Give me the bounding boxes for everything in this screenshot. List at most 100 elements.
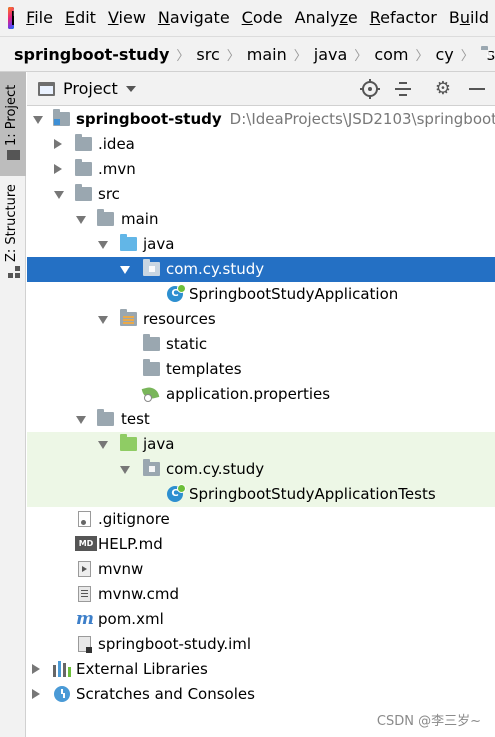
tree-row-resources[interactable]: resources: [27, 307, 495, 332]
tree-row-mvnw-cmd[interactable]: mvnw.cmd: [27, 582, 495, 607]
breadcrumb-separator-icon: 〉: [226, 48, 240, 64]
tree-row-app-class[interactable]: C SpringbootStudyApplication: [27, 282, 495, 307]
structure-icon: [8, 266, 20, 278]
tree-label: springboot-study.iml: [98, 635, 252, 653]
tree-row-mvn[interactable]: .mvn: [27, 157, 495, 182]
menu-label: ode: [252, 8, 283, 27]
tree-row-iml[interactable]: springboot-study.iml: [27, 632, 495, 657]
breadcrumb-com[interactable]: com: [374, 45, 408, 64]
minimize-icon[interactable]: [468, 80, 486, 98]
tool-tab-project[interactable]: 1: Project: [0, 72, 26, 176]
menu-code[interactable]: Code: [236, 0, 289, 36]
chevron-down-icon[interactable]: [98, 241, 108, 249]
menu-analyze[interactable]: Analyze: [289, 0, 364, 36]
tree-label: src: [98, 185, 120, 203]
menu-edit[interactable]: Edit: [59, 0, 102, 36]
menu-label: B: [448, 8, 460, 27]
chevron-down-icon[interactable]: [54, 191, 64, 199]
tree-label: .gitignore: [98, 510, 170, 528]
tree-row-test-class[interactable]: C SpringbootStudyApplicationTests: [27, 482, 495, 507]
folder-icon: [97, 209, 114, 226]
folder-icon: [143, 359, 160, 376]
menu-mnemonic: C: [241, 8, 253, 27]
tree-row-package-main[interactable]: com.cy.study: [27, 257, 495, 282]
tree-row-package-test[interactable]: com.cy.study: [27, 457, 495, 482]
menu-bar: File Edit View Navigate Code Analyze Ref…: [0, 0, 495, 36]
left-tool-strip: 1: Project Z: Structure: [0, 72, 26, 737]
scratches-icon: [54, 686, 70, 702]
tree-row-application-properties[interactable]: application.properties: [27, 382, 495, 407]
menu-mnemonic: N: [157, 8, 170, 27]
tree-row-mvnw[interactable]: mvnw: [27, 557, 495, 582]
gear-icon[interactable]: ⚙: [434, 80, 452, 98]
tree-row-gitignore[interactable]: .gitignore: [27, 507, 495, 532]
menu-label: e: [347, 8, 358, 27]
menu-view[interactable]: View: [102, 0, 152, 36]
chevron-right-icon[interactable]: [54, 164, 62, 174]
chevron-down-icon[interactable]: [125, 85, 136, 92]
breadcrumb-main[interactable]: main: [247, 45, 287, 64]
tree-label: .idea: [98, 135, 135, 153]
tree-row-static[interactable]: static: [27, 332, 495, 357]
project-panel-header: Project ⚙: [27, 72, 495, 106]
menu-mnemonic: E: [64, 8, 76, 27]
tree-label: .mvn: [98, 160, 136, 178]
chevron-down-icon[interactable]: [98, 441, 108, 449]
tree-row-idea[interactable]: .idea: [27, 132, 495, 157]
maven-file-icon: m: [76, 609, 94, 629]
spring-boot-class-icon: C: [167, 284, 186, 302]
chevron-down-icon[interactable]: [33, 116, 43, 124]
collapse-all-icon[interactable]: [394, 80, 412, 98]
project-view-icon: [38, 81, 55, 96]
folder-icon: [75, 134, 92, 151]
breadcrumb-project[interactable]: springboot-study: [14, 45, 169, 64]
menu-label: ild: [469, 8, 489, 27]
chevron-right-icon[interactable]: [32, 664, 40, 674]
breadcrumb-cy[interactable]: cy: [436, 45, 454, 64]
menu-label: dit: [75, 8, 96, 27]
breadcrumb-java[interactable]: java: [314, 45, 348, 64]
chevron-down-icon[interactable]: [76, 416, 86, 424]
project-path: D:\IdeaProjects\JSD2103\springboot-study: [229, 110, 495, 128]
menu-build[interactable]: Build: [443, 0, 495, 36]
folder-icon: [97, 409, 114, 426]
tree-row-test-java[interactable]: java: [27, 432, 495, 457]
menu-label: iew: [118, 8, 146, 27]
tree-row-help-md[interactable]: MD HELP.md: [27, 532, 495, 557]
source-folder-icon: [120, 234, 137, 251]
tree-row-src[interactable]: src: [27, 182, 495, 207]
panel-title[interactable]: Project: [63, 79, 118, 98]
package-icon: [143, 459, 160, 476]
menu-label: avigate: [169, 8, 230, 27]
menu-file[interactable]: File: [20, 0, 59, 36]
chevron-down-icon[interactable]: [76, 216, 86, 224]
intellij-logo-icon: [8, 7, 15, 29]
chevron-right-icon[interactable]: [54, 139, 62, 149]
menu-mnemonic: V: [107, 8, 119, 27]
breadcrumb-src[interactable]: src: [196, 45, 219, 64]
tree-row-templates[interactable]: templates: [27, 357, 495, 382]
tree-label: static: [166, 335, 208, 353]
tree-row-pom[interactable]: m pom.xml: [27, 607, 495, 632]
chevron-right-icon[interactable]: [32, 689, 40, 699]
tree-row-external-libraries[interactable]: External Libraries: [27, 657, 495, 682]
tree-row-main[interactable]: main: [27, 207, 495, 232]
tree-label: HELP.md: [98, 535, 163, 553]
tool-tab-structure[interactable]: Z: Structure: [0, 182, 26, 286]
spring-properties-icon: [143, 386, 156, 402]
tool-tab-structure-label: Z: Structure: [4, 184, 19, 262]
tree-label: springboot-study D:\IdeaProjects\JSD2103\…: [76, 110, 495, 128]
breadcrumb-separator-icon: 〉: [293, 48, 307, 64]
menu-navigate[interactable]: Navigate: [152, 0, 236, 36]
tree-row-scratches[interactable]: Scratches and Consoles: [27, 682, 495, 707]
locate-file-icon[interactable]: [360, 79, 380, 99]
tree-row-test[interactable]: test: [27, 407, 495, 432]
menu-refactor[interactable]: Refactor: [364, 0, 443, 36]
chevron-down-icon[interactable]: [120, 466, 130, 474]
tree-row-java[interactable]: java: [27, 232, 495, 257]
chevron-down-icon[interactable]: [98, 316, 108, 324]
tree-label: application.properties: [166, 385, 331, 403]
menu-label: Analy: [294, 8, 340, 27]
chevron-down-icon[interactable]: [120, 266, 130, 274]
tree-row-project-root[interactable]: springboot-study D:\IdeaProjects\JSD2103\…: [27, 107, 495, 132]
